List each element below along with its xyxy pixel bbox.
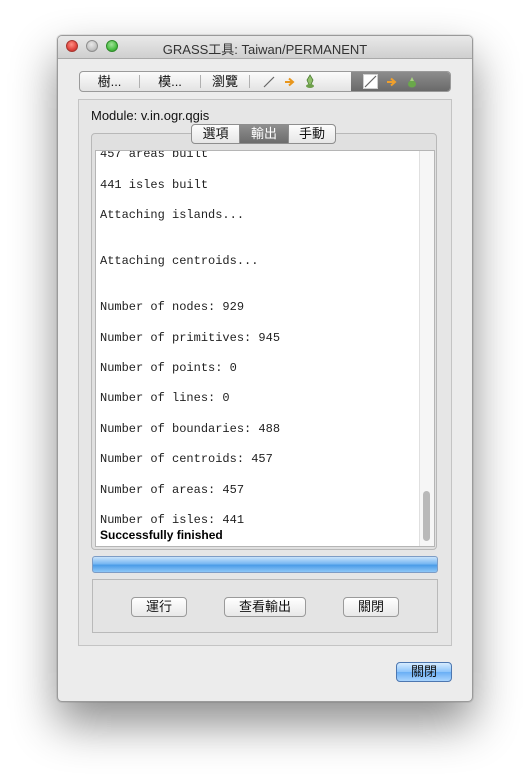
tab-options[interactable]: 選項 [192, 125, 239, 143]
output-line: Number of isles: 441 [100, 513, 245, 527]
output-text-area[interactable]: 457 areas built 441 isles built Attachin… [95, 150, 435, 547]
output-scrollbar[interactable] [419, 151, 434, 546]
action-button-box: 運行 查看輸出 關閉 [92, 579, 438, 633]
tab-tree[interactable]: 樹... [80, 72, 139, 91]
progress-bar [92, 556, 438, 573]
view-output-button[interactable]: 查看輸出 [224, 597, 306, 617]
output-line: 441 isles built [100, 178, 209, 192]
progress-fill [93, 557, 437, 572]
output-line: Number of primitives: 945 [100, 331, 281, 345]
output-line: Number of areas: 457 [100, 483, 245, 497]
grass-tools-window: GRASS工具: Taiwan/PERMANENT 樹... 模... 瀏覽 M… [57, 35, 473, 702]
output-line: Number of lines: 0 [100, 391, 230, 405]
scrollbar-thumb[interactable] [423, 491, 430, 541]
tab-modules[interactable]: 模... [140, 72, 200, 91]
line-icon [363, 74, 378, 89]
close-dialog-button[interactable]: 關閉 [396, 662, 452, 682]
close-module-button[interactable]: 關閉 [343, 597, 399, 617]
arrow-right-icon [285, 77, 295, 87]
arrow-right-icon [387, 77, 397, 87]
tab-module-b[interactable] [351, 72, 450, 91]
module-view-segmented-control: 選項 輸出 手動 [191, 124, 336, 144]
window-title: GRASS工具: Taiwan/PERMANENT [162, 42, 368, 57]
vector-import-icon [306, 74, 314, 89]
tab-manual[interactable]: 手動 [289, 125, 335, 143]
finished-message: Successfully finished [100, 528, 223, 542]
vector-import-icon [408, 77, 416, 88]
top-tab-bar: 樹... 模... 瀏覽 [79, 71, 451, 92]
tab-output[interactable]: 輸出 [240, 125, 288, 143]
output-line: Number of points: 0 [100, 361, 237, 375]
output-line: Number of nodes: 929 [100, 300, 245, 314]
line-icon [263, 76, 275, 88]
output-line: Number of centroids: 457 [100, 452, 273, 466]
output-line: Attaching centroids... [100, 254, 259, 268]
output-line: Attaching islands... [100, 208, 245, 222]
output-line: 457 areas built [100, 150, 209, 161]
run-button[interactable]: 運行 [131, 597, 187, 617]
tab-module-a[interactable] [250, 72, 350, 91]
tab-browse[interactable]: 瀏覽 [201, 72, 249, 91]
title-bar[interactable]: GRASS工具: Taiwan/PERMANENT [58, 36, 472, 59]
output-line: Number of boundaries: 488 [100, 422, 281, 436]
module-name-label: Module: v.in.ogr.qgis [91, 108, 210, 123]
